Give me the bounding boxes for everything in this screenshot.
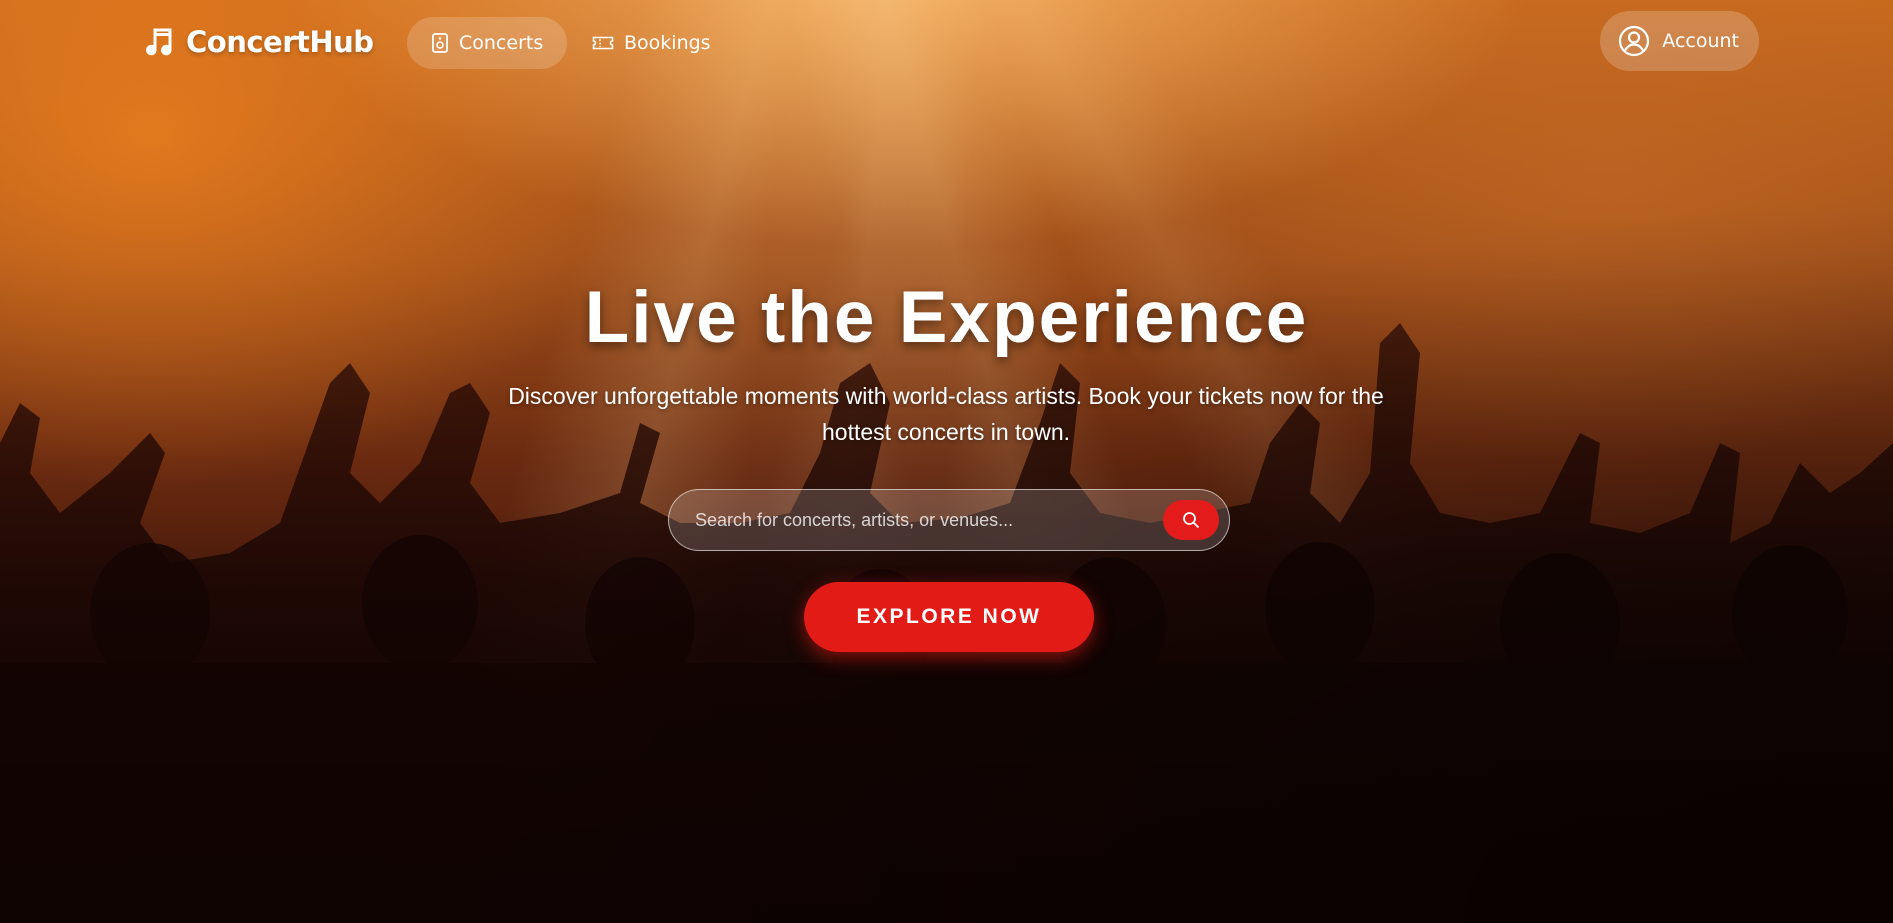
nav-link-bookings[interactable]: Bookings [568, 17, 735, 69]
speaker-icon [432, 33, 448, 53]
search-bar [668, 489, 1230, 551]
music-note-icon [146, 28, 172, 56]
user-circle-icon [1619, 25, 1650, 57]
account-button[interactable]: Account [1600, 11, 1759, 71]
brand-logo-link[interactable]: ConcertHub [140, 24, 374, 60]
account-label: Account [1662, 30, 1739, 52]
hero-section: ConcertHub Concerts Bookings Account Liv… [0, 0, 1893, 923]
search-button[interactable] [1163, 500, 1219, 540]
ticket-icon [592, 36, 614, 50]
hero-title: Live the Experience [584, 277, 1309, 358]
hero-subtitle: Discover unforgettable moments with worl… [508, 383, 1384, 445]
explore-now-button[interactable]: EXPLORE NOW [804, 582, 1094, 652]
search-icon [1183, 512, 1199, 528]
nav-link-concerts[interactable]: Concerts [407, 17, 568, 69]
nav-link-label: Concerts [459, 32, 544, 54]
brand-name: ConcertHub [186, 25, 374, 59]
top-navbar: ConcertHub Concerts Bookings Account [0, 0, 1893, 86]
nav-link-label: Bookings [624, 32, 711, 54]
stage-light-rays [0, 0, 1893, 923]
bottom-vignette [0, 0, 1893, 923]
search-input[interactable] [669, 490, 1163, 550]
